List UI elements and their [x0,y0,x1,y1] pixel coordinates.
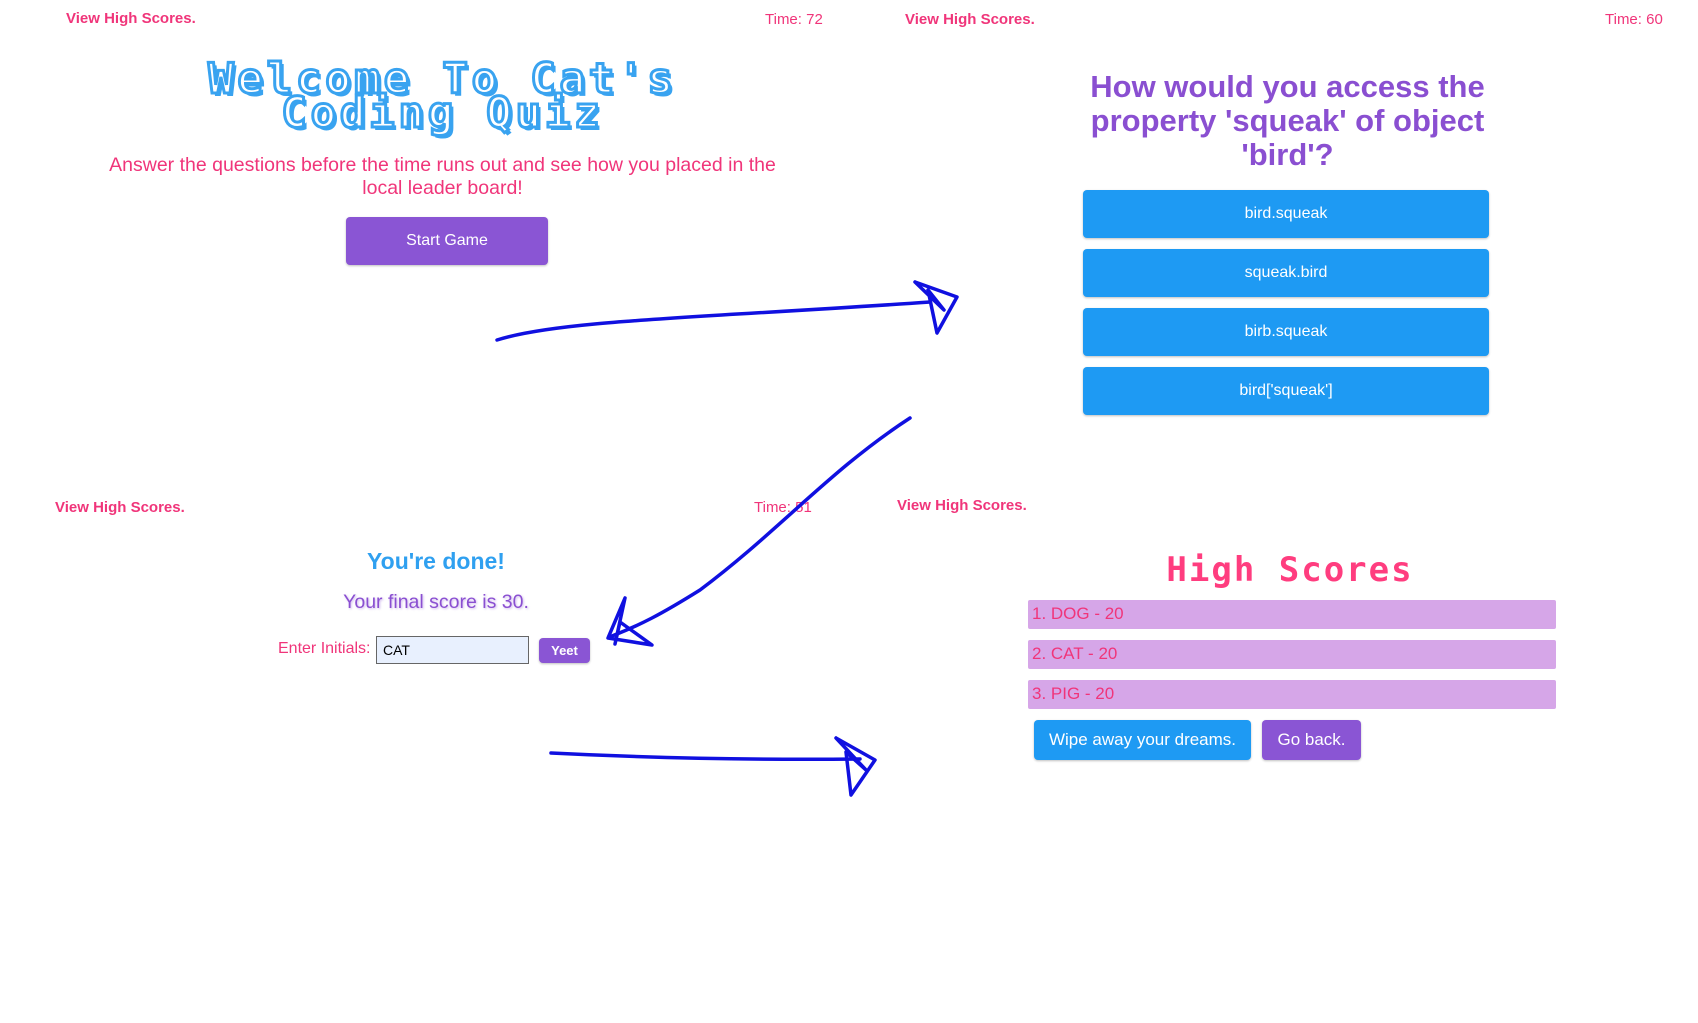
arrow-question-to-done [610,416,912,638]
arrow-done-to-highscores [549,751,862,761]
arrowhead-3 [834,736,877,797]
flow-arrows [495,280,959,797]
arrowhead-1 [913,280,959,335]
arrow-start-to-question [495,300,932,342]
